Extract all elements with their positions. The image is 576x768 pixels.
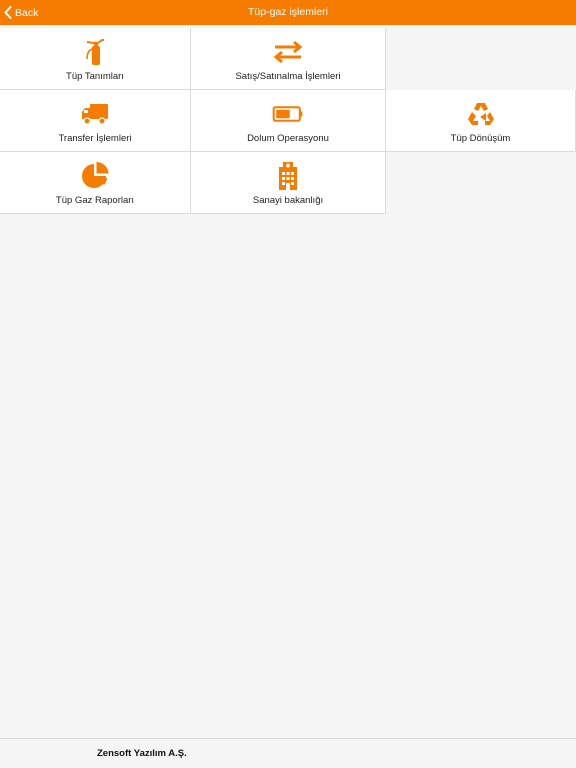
menu-tile-label: Tüp Tanımları — [66, 71, 124, 82]
back-label: Back — [15, 6, 39, 19]
back-button[interactable]: Back — [4, 0, 38, 25]
swap-arrows-icon — [272, 37, 304, 67]
chevron-left-icon — [4, 6, 12, 19]
footer-company: Zensoft Yazılım A.Ş. — [97, 748, 187, 759]
menu-tile-sanayi-bakanligi[interactable]: Sanayi bakanlığı — [191, 152, 386, 214]
navigation-bar: Back Tüp-gaz işlemleri — [0, 0, 576, 25]
menu-tile-label: Transfer İşlemleri — [58, 133, 132, 144]
menu-tile-tup-tanimlari[interactable]: Tüp Tanımları — [0, 28, 191, 90]
battery-icon — [272, 99, 304, 129]
recycle-icon — [465, 99, 497, 129]
truck-icon — [79, 99, 111, 129]
footer: Zensoft Yazılım A.Ş. — [0, 738, 576, 768]
page-title: Tüp-gaz işlemleri — [248, 6, 328, 18]
pie-chart-icon — [79, 161, 111, 191]
menu-tile-label: Dolum Operasyonu — [247, 133, 329, 144]
menu-tile-dolum-operasyonu[interactable]: Dolum Operasyonu — [191, 90, 386, 152]
building-icon — [272, 161, 304, 191]
menu-tile-label: Tüp Dönüşüm — [450, 133, 511, 144]
menu-tile-label: Sanayi bakanlığı — [252, 195, 324, 206]
menu-tile-label: Tüp Gaz Raporları — [55, 195, 135, 206]
fire-extinguisher-icon — [79, 37, 111, 67]
menu-tile-transfer-islemleri[interactable]: Transfer İşlemleri — [0, 90, 191, 152]
menu-tile-label: Satış/Satınalma İşlemleri — [235, 71, 341, 82]
menu-tile-tup-donusum[interactable]: Tüp Dönüşüm — [386, 90, 576, 152]
menu-tile-tup-gaz-raporlari[interactable]: Tüp Gaz Raporları — [0, 152, 191, 214]
menu-tile-satis-satinalma[interactable]: Satış/Satınalma İşlemleri — [191, 28, 386, 90]
